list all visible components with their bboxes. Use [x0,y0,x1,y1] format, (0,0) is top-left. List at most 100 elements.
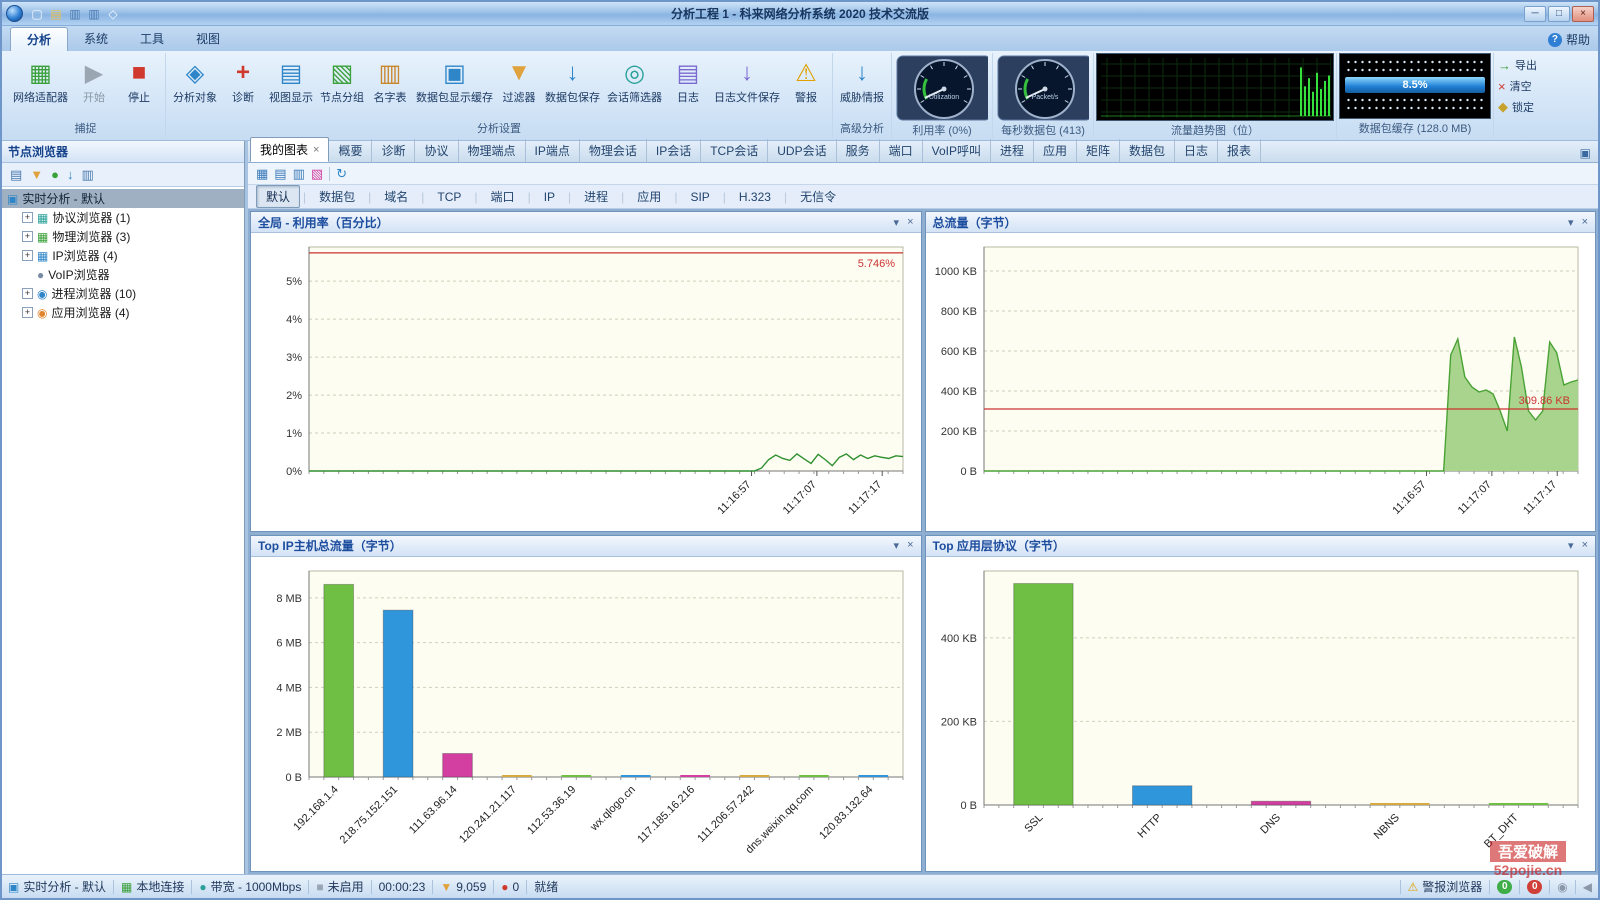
filter-button-默认[interactable]: 默认 [256,185,300,208]
refresh-icon[interactable]: ↻ [336,166,347,182]
filter-button-端口[interactable]: 端口 [481,185,525,208]
chart-layout-1-icon[interactable]: ▦ [256,166,268,182]
expand-icon[interactable]: + [22,212,33,223]
tree-item[interactable]: ▣实时分析 - 默认 [2,189,244,208]
world-icon[interactable]: ● [51,167,59,182]
view-tab-VoIP呼叫[interactable]: VoIP呼叫 [923,139,991,162]
filter-button-IP[interactable]: IP [534,187,565,207]
tree-item[interactable]: +▦IP浏览器 (4) [2,246,244,265]
table-icon[interactable]: ▤ [10,167,22,183]
view-tab-我的图表[interactable]: 我的图表× [250,137,329,162]
ribbon-button-start[interactable]: ▶开始 [72,55,116,119]
tree-item[interactable]: +▦协议浏览器 (1) [2,208,244,227]
minimize-button[interactable]: ─ [1524,6,1546,22]
view-tab-UDP会话[interactable]: UDP会话 [768,139,836,162]
chart-close-button[interactable]: × [1582,539,1588,552]
ribbon-button-packet-buffer-display[interactable]: ▣数据包显示缓存 [413,55,496,119]
ribbon-button-threat-intel[interactable]: ↓威胁情报 [837,55,887,119]
status-alarm[interactable]: ⚠警报浏览器 [1408,878,1483,895]
tree-item[interactable]: +◉进程浏览器 (10) [2,284,244,303]
filter-button-数据包[interactable]: 数据包 [309,185,365,208]
chart-collapse-button[interactable]: ▾ [894,216,900,229]
maximize-button[interactable]: □ [1548,6,1570,22]
svg-text:11:17:07: 11:17:07 [1455,479,1493,517]
open-folder-icon[interactable]: ▤ [48,6,64,22]
filter-button-TCP[interactable]: TCP [427,187,471,207]
filter-button-H.323[interactable]: H.323 [729,187,781,207]
status-item: ▦本地连接 [121,878,184,895]
view-tab-物理会话[interactable]: 物理会话 [580,139,647,162]
save-icon[interactable]: ▥ [67,6,83,22]
ribbon-button-log-save[interactable]: ↓日志文件保存 [711,55,783,119]
side-button-lock[interactable]: ◆锁定 [1498,99,1537,115]
menu-tab-分析[interactable]: 分析 [10,27,68,51]
expand-icon[interactable]: + [22,288,33,299]
help-icon: ? [1548,33,1562,47]
tab-close-icon[interactable]: × [313,144,319,156]
view-tab-物理端点[interactable]: 物理端点 [459,139,526,162]
view-tab-矩阵[interactable]: 矩阵 [1077,139,1120,162]
filter-button-进程[interactable]: 进程 [574,185,618,208]
new-document-icon[interactable]: ▢ [29,6,45,22]
view-tab-端口[interactable]: 端口 [880,139,923,162]
tree-item[interactable]: ●VoIP浏览器 [2,265,244,284]
chart-collapse-button[interactable]: ▾ [1568,216,1574,229]
side-button-export[interactable]: →导出 [1498,57,1537,73]
help-button[interactable]: ? 帮助 [1548,31,1590,51]
view-tab-日志[interactable]: 日志 [1175,139,1218,162]
ribbon-group: ◈分析对象+诊断▤视图显示▧节点分组▥名字表▣数据包显示缓存▼过滤器↓数据包保存… [166,53,833,138]
chart-layout-3-icon[interactable]: ▥ [293,166,305,182]
expand-icon[interactable]: + [22,250,33,261]
download-icon[interactable]: ↓ [67,167,74,182]
ribbon-button-diagnosis[interactable]: +诊断 [221,55,265,119]
close-button[interactable]: × [1572,6,1594,22]
view-tab-IP会话[interactable]: IP会话 [647,139,701,162]
edit-icon[interactable]: ◇ [105,6,121,22]
ribbon-button-adapter[interactable]: ▦网络适配器 [10,55,71,119]
ribbon-button-log[interactable]: ▤日志 [666,55,710,119]
view-tab-TCP会话[interactable]: TCP会话 [701,139,768,162]
status-item-label: 00:00:23 [379,880,426,894]
ribbon-button-view-display[interactable]: ▤视图显示 [266,55,316,119]
tab-list-button[interactable]: ▣ [1575,144,1596,162]
chart-close-button[interactable]: × [907,216,913,229]
menu-tab-视图[interactable]: 视图 [180,27,236,51]
ribbon-button-stop[interactable]: ■停止 [117,55,161,119]
view-tab-报表[interactable]: 报表 [1218,139,1261,162]
filter-icon[interactable]: ▼ [30,167,43,182]
ribbon-button-conversation-filter[interactable]: ◎会话筛选器 [604,55,665,119]
ribbon-button-node-group[interactable]: ▧节点分组 [317,55,367,119]
view-tab-数据包[interactable]: 数据包 [1120,139,1175,162]
menu-tab-系统[interactable]: 系统 [68,27,124,51]
ribbon-button-name-table[interactable]: ▥名字表 [368,55,412,119]
save-all-icon[interactable]: ▥ [86,6,102,22]
view-tab-应用[interactable]: 应用 [1034,139,1077,162]
expand-icon[interactable]: + [22,231,33,242]
view-tab-协议[interactable]: 协议 [415,139,458,162]
columns-icon[interactable]: ▥ [82,167,94,183]
view-tab-服务[interactable]: 服务 [837,139,880,162]
tree-item[interactable]: +◉应用浏览器 (4) [2,303,244,322]
chart-collapse-button[interactable]: ▾ [894,539,900,552]
filter-button-应用[interactable]: 应用 [627,185,671,208]
filter-button-域名[interactable]: 域名 [374,185,418,208]
chart-layout-2-icon[interactable]: ▤ [274,166,286,182]
ribbon-button-analysis-object[interactable]: ◈分析对象 [170,55,220,119]
expand-icon[interactable]: + [22,307,33,318]
view-tab-进程[interactable]: 进程 [991,139,1034,162]
view-tab-概要[interactable]: 概要 [329,139,372,162]
filter-button-SIP[interactable]: SIP [680,187,719,207]
chart-layout-4-icon[interactable]: ▧ [311,166,323,182]
chart-close-button[interactable]: × [1582,216,1588,229]
view-tab-IP端点[interactable]: IP端点 [526,139,580,162]
side-button-clear[interactable]: ×清空 [1498,78,1537,94]
ribbon-button-packet-save[interactable]: ↓数据包保存 [542,55,603,119]
ribbon-button-filter[interactable]: ▼过滤器 [497,55,541,119]
filter-button-无信令[interactable]: 无信令 [790,185,846,208]
tree-item[interactable]: +▦物理浏览器 (3) [2,227,244,246]
chart-close-button[interactable]: × [907,539,913,552]
menu-tab-工具[interactable]: 工具 [124,27,180,51]
view-tab-诊断[interactable]: 诊断 [372,139,415,162]
ribbon-button-alarm[interactable]: ⚠警报 [784,55,828,119]
chart-collapse-button[interactable]: ▾ [1568,539,1574,552]
